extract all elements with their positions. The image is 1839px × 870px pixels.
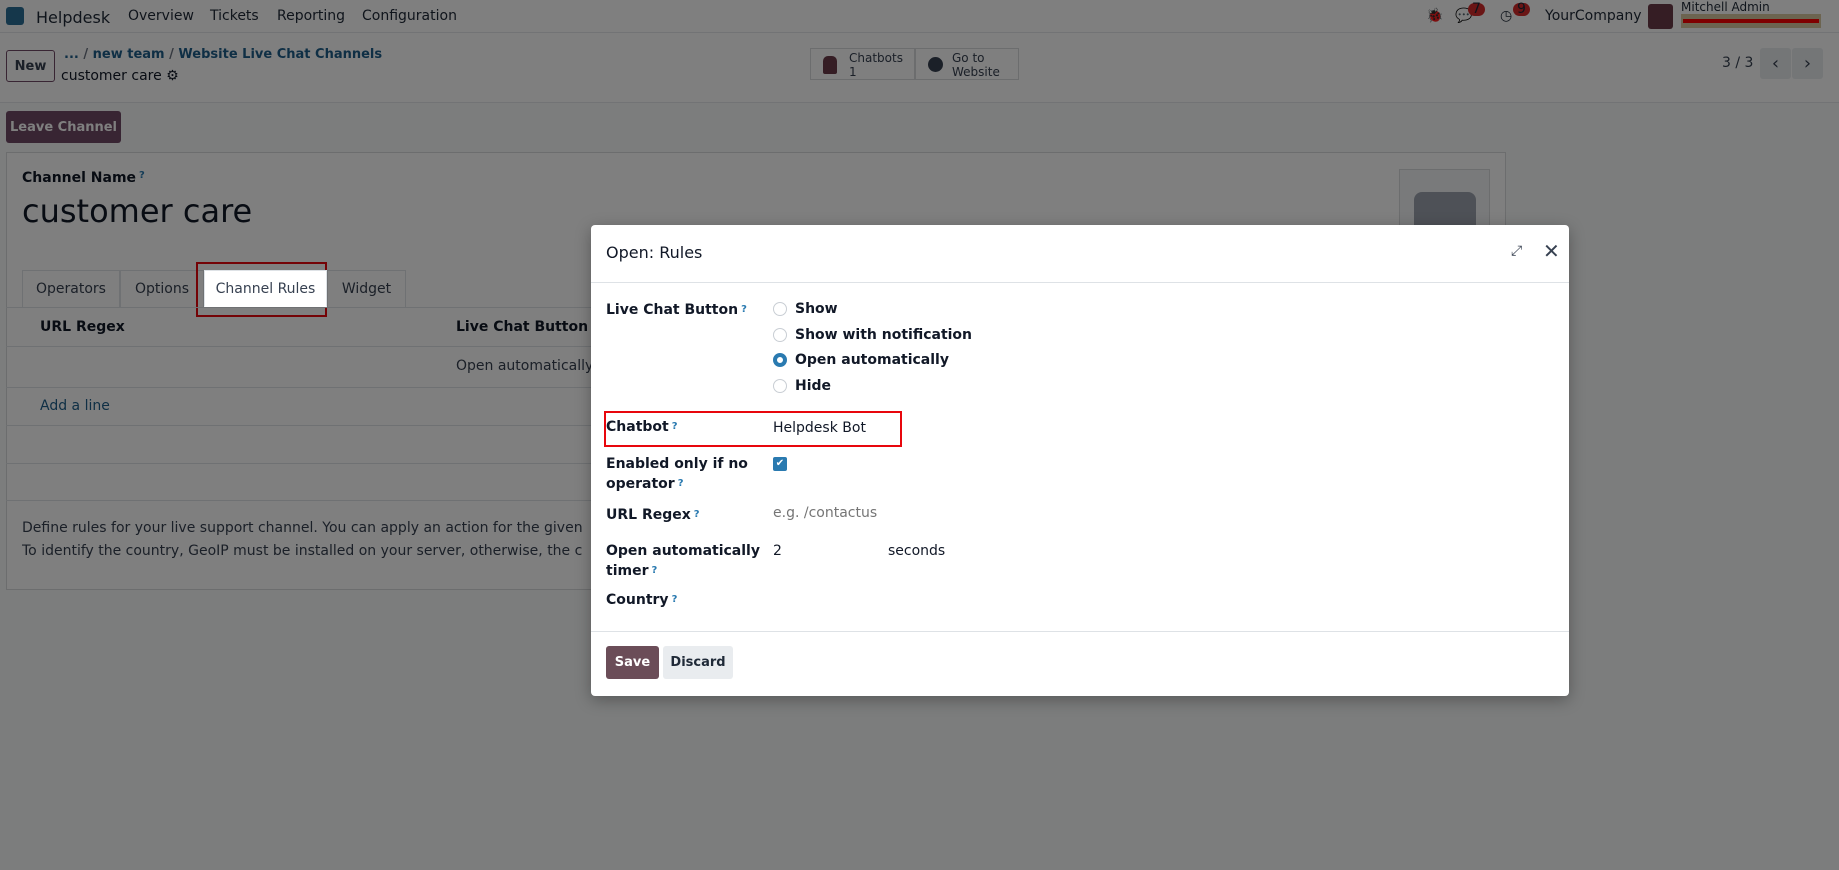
timer-unit: seconds	[888, 543, 946, 559]
url-regex-label: URL Regex?	[606, 507, 700, 523]
rules-dialog: Open: Rules ⤢ ✕ Live Chat Button? Show S…	[591, 225, 1569, 696]
radio-open-automatically[interactable]: Open automatically	[773, 352, 949, 368]
open-automatically-timer-label: Open automatically timer?	[606, 543, 760, 579]
radio-show[interactable]: Show	[773, 301, 838, 317]
save-button[interactable]: Save	[606, 646, 659, 679]
dialog-title: Open: Rules	[606, 243, 703, 262]
dialog-header: Open: Rules ⤢ ✕	[591, 225, 1569, 283]
enabled-only-if-no-operator-checkbox[interactable]: ✔	[773, 457, 787, 471]
enabled-only-if-no-operator-label: Enabled only if no operator?	[606, 456, 748, 492]
tab-channel-rules[interactable]: Channel Rules	[204, 270, 327, 307]
url-regex-input[interactable]	[773, 505, 1073, 521]
discard-button[interactable]: Discard	[663, 646, 733, 679]
close-icon[interactable]: ✕	[1543, 239, 1560, 263]
country-label: Country?	[606, 592, 678, 608]
dialog-footer-divider	[591, 631, 1569, 632]
radio-show-with-notification[interactable]: Show with notification	[773, 327, 972, 343]
expand-icon[interactable]: ⤢	[1511, 243, 1522, 259]
live-chat-button-label: Live Chat Button?	[606, 302, 747, 318]
chatbot-highlight	[604, 411, 902, 447]
timer-input[interactable]: 2	[773, 541, 782, 561]
radio-hide[interactable]: Hide	[773, 378, 831, 394]
